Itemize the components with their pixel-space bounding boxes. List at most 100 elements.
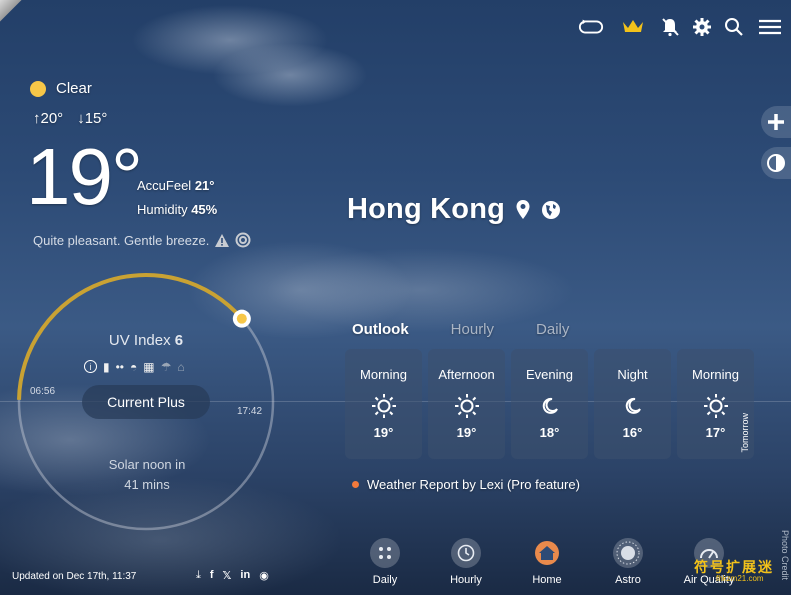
- current-plus-button[interactable]: Current Plus: [82, 385, 210, 419]
- forecast-period: Morning: [692, 367, 739, 382]
- uv-advice-icons: i ▮ •• ◓ ▦ ☂ ⌂: [84, 360, 185, 374]
- forecast-period: Afternoon: [438, 367, 495, 382]
- summary-text: Quite pleasant. Gentle breeze.: [33, 232, 210, 248]
- accufeel-value: 21°: [194, 178, 215, 193]
- plus-icon: [768, 114, 784, 130]
- humidity-value: 45%: [191, 202, 218, 217]
- corner-fold: [0, 0, 22, 22]
- umbrella-icon: ☂: [160, 360, 172, 374]
- nav-label: Hourly: [450, 574, 482, 586]
- bell-off-icon[interactable]: [657, 14, 683, 40]
- sun-icon: [454, 392, 480, 420]
- forecast-temp: 19°: [456, 425, 477, 440]
- warning-icon[interactable]: [215, 233, 230, 247]
- forecast-card[interactable]: Afternoon 19°: [428, 349, 505, 459]
- uv-label: UV Index: [108, 332, 171, 349]
- tomorrow-tag: Tomorrow: [740, 413, 750, 453]
- house-icon: ⌂: [177, 360, 185, 374]
- low-temp-value: 15°: [84, 110, 108, 127]
- moon-icon: [624, 392, 642, 420]
- forecast-temp: 19°: [373, 425, 394, 440]
- sun-ring-icon: [613, 538, 643, 568]
- search-icon[interactable]: [721, 14, 747, 40]
- forecast-period: Night: [617, 367, 648, 382]
- nav-label: Home: [532, 574, 562, 586]
- sun-icon: [703, 392, 729, 420]
- hat-icon: ◓: [130, 360, 138, 374]
- status-dot: [352, 481, 359, 488]
- gear-icon[interactable]: [689, 14, 715, 40]
- high-low: ↑20° ↓15°: [33, 110, 107, 127]
- updated-timestamp: Updated on Dec 17th, 11:37: [12, 571, 137, 582]
- tab-hourly[interactable]: Hourly: [451, 321, 494, 338]
- menu-icon[interactable]: [757, 14, 783, 40]
- uv-value: 6: [174, 332, 184, 349]
- lexi-report[interactable]: Weather Report by Lexi (Pro feature): [352, 477, 580, 492]
- sun-icon: [30, 80, 46, 97]
- low-temp: ↓15°: [77, 110, 107, 127]
- info-icon[interactable]: i: [84, 360, 97, 373]
- radar-icon[interactable]: [235, 232, 251, 248]
- arrow-up-icon: ↑: [33, 110, 41, 127]
- high-temp-value: 20°: [40, 110, 64, 127]
- linkedin-icon[interactable]: in: [240, 569, 250, 582]
- theme-toggle-button[interactable]: [761, 147, 791, 179]
- accufeel-label: AccuFeel: [137, 178, 192, 193]
- forecast-card[interactable]: Morning 17° Tomorrow: [677, 349, 754, 459]
- watermark-url: fhkzm21.com: [716, 574, 764, 583]
- forecast-temp: 16°: [622, 425, 643, 440]
- solar-noon-value: 41 mins: [124, 477, 170, 492]
- lexi-report-text[interactable]: Weather Report by Lexi (Pro feature): [367, 477, 580, 492]
- nav-label: Astro: [615, 574, 641, 586]
- tab-outlook[interactable]: Outlook: [352, 321, 409, 338]
- crown-icon[interactable]: [620, 14, 646, 40]
- reddit-icon[interactable]: ◉: [259, 569, 269, 582]
- forecast-temp: 17°: [705, 425, 726, 440]
- forecast-cards: Morning 19° Afternoon 19° Evening 18° Night 16°…: [345, 349, 754, 459]
- shirt-icon: ▦: [143, 360, 155, 374]
- grid-icon: [370, 538, 400, 568]
- nav-label: Daily: [372, 574, 398, 586]
- contrast-icon: [767, 154, 785, 172]
- photo-credit[interactable]: Photo Credit: [780, 530, 790, 580]
- sunglasses-icon: ••: [115, 360, 125, 374]
- humidity: Humidity 45%: [137, 202, 217, 217]
- forecast-period: Evening: [526, 367, 573, 382]
- accufeel: AccuFeel 21°: [137, 178, 215, 193]
- sunrise-time: 06:56: [30, 386, 56, 397]
- moon-icon: [541, 392, 559, 420]
- nav-astro[interactable]: Astro: [593, 538, 663, 586]
- sun-position-icon: [232, 309, 251, 328]
- nav-hourly[interactable]: Hourly: [431, 538, 501, 586]
- tab-daily[interactable]: Daily: [536, 321, 569, 338]
- uv-index: UV Index 6: [0, 332, 292, 349]
- facebook-icon[interactable]: f: [210, 569, 214, 582]
- add-location-button[interactable]: [761, 106, 791, 138]
- solar-noon-label: Solar noon in: [108, 457, 186, 472]
- current-temperature: 19°: [26, 132, 143, 221]
- weather-summary: Quite pleasant. Gentle breeze.: [33, 232, 251, 248]
- nav-daily[interactable]: Daily: [350, 538, 420, 586]
- high-temp: ↑20°: [33, 110, 63, 127]
- forecast-card[interactable]: Morning 19°: [345, 349, 422, 459]
- location-row: Hong Kong: [347, 193, 561, 226]
- arrow-down-icon: ↓: [77, 110, 85, 127]
- sunset-time: 17:42: [237, 406, 263, 417]
- humidity-label: Humidity: [137, 202, 188, 217]
- home-icon: [535, 541, 559, 565]
- sunscreen-icon: ▮: [103, 360, 110, 374]
- condition-row: Clear: [30, 80, 92, 97]
- location-pin-icon[interactable]: [515, 199, 531, 221]
- forecast-card[interactable]: Night 16°: [594, 349, 671, 459]
- download-icon[interactable]: ⤓: [196, 569, 201, 582]
- nav-home[interactable]: Home: [512, 538, 582, 586]
- forecast-tabs: Outlook Hourly Daily: [352, 321, 569, 338]
- refresh-icon[interactable]: [578, 14, 604, 40]
- x-icon[interactable]: 𝕏: [223, 569, 232, 582]
- condition-text: Clear: [56, 80, 92, 97]
- city-name[interactable]: Hong Kong: [347, 193, 505, 226]
- forecast-temp: 18°: [539, 425, 560, 440]
- globe-icon[interactable]: [541, 200, 561, 220]
- sun-icon: [371, 392, 397, 420]
- forecast-card[interactable]: Evening 18°: [511, 349, 588, 459]
